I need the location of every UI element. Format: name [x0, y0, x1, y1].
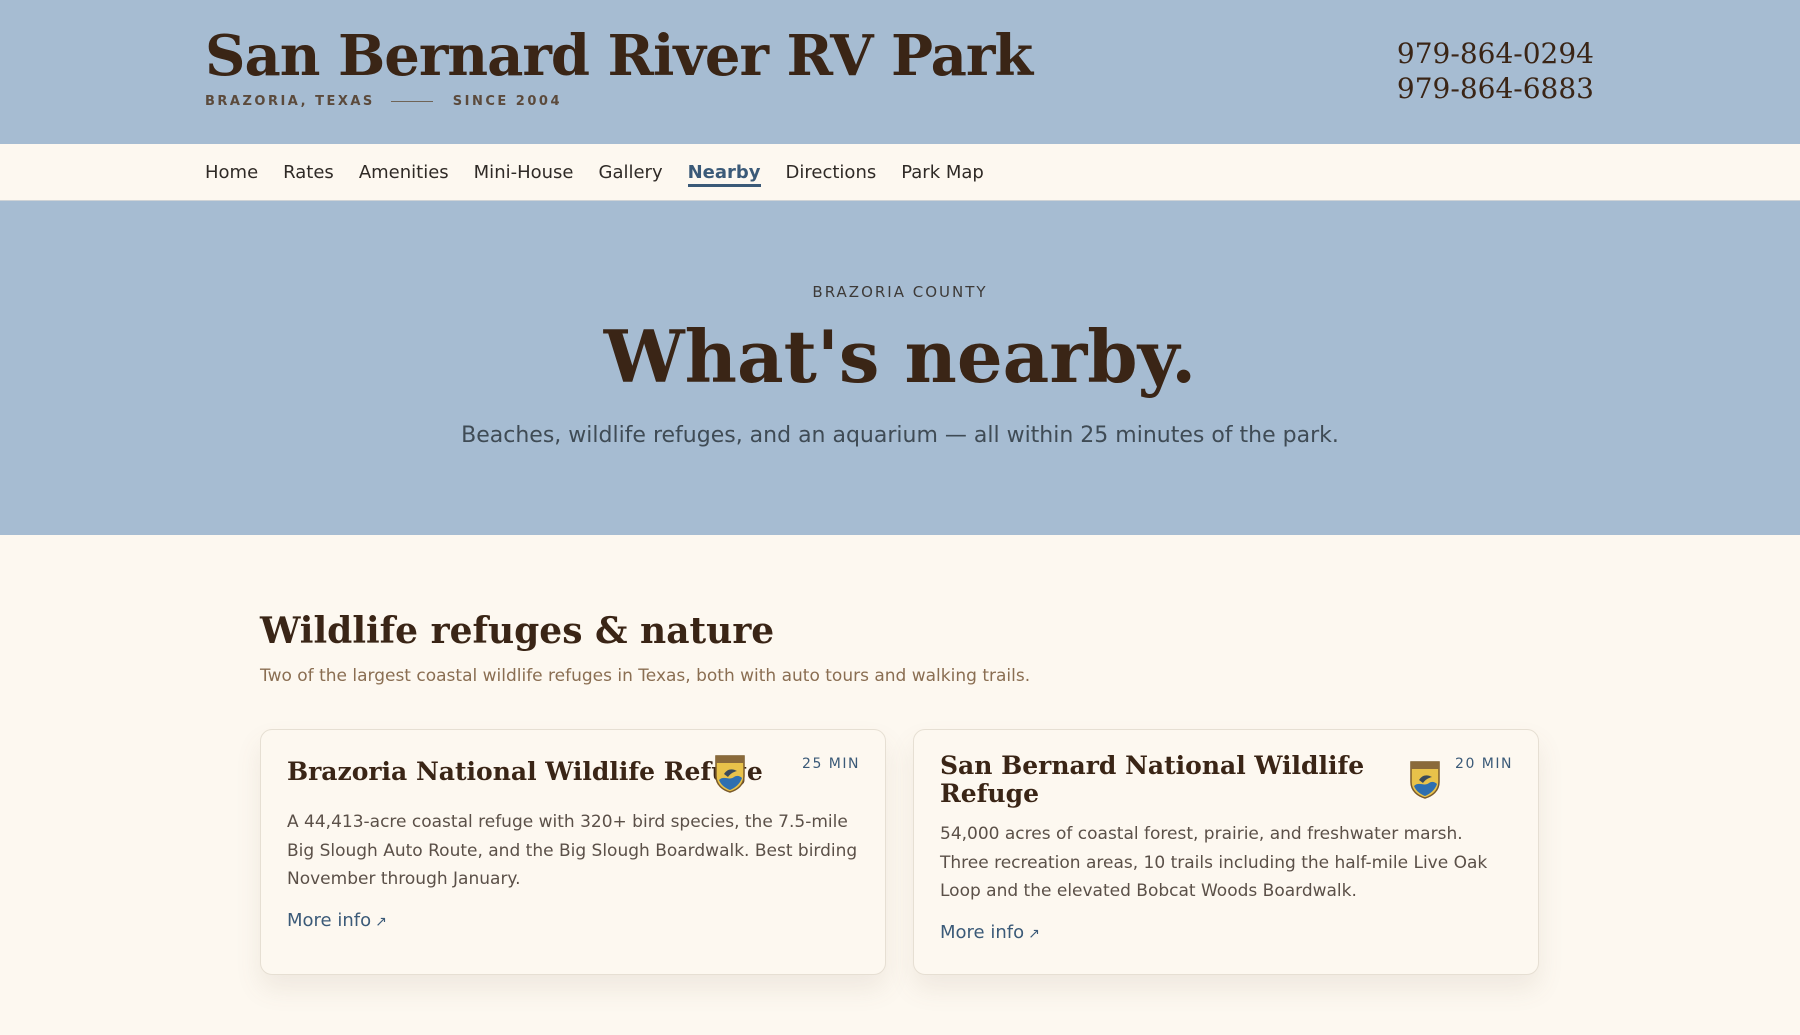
nav-rates[interactable]: Rates [283, 158, 334, 187]
hero-kicker: BRAZORIA COUNTY [812, 283, 988, 301]
refuge-card-brazoria: Brazoria National Wildlife Refuge 25 MIN… [260, 729, 886, 975]
section-title: Wildlife refuges & nature [260, 610, 775, 652]
hero-subtitle: Beaches, wildlife refuges, and an aquari… [461, 423, 1339, 448]
card-title: Brazoria National Wildlife Refuge [287, 757, 763, 786]
main-nav: Home Rates Amenities Mini-House Gallery … [0, 144, 1800, 201]
more-info-link[interactable]: More info ↗ [940, 922, 1040, 943]
phone-number-2[interactable]: 979-864-6883 [1397, 71, 1594, 106]
refuge-card-san-bernard: San Bernard National Wildlife Refuge 20 … [913, 729, 1539, 975]
nav-gallery[interactable]: Gallery [599, 158, 663, 187]
wildlife-section: Wildlife refuges & nature Two of the lar… [0, 535, 1800, 1035]
section-subtitle: Two of the largest coastal wildlife refu… [260, 666, 1031, 686]
more-info-link[interactable]: More info ↗ [287, 910, 387, 931]
external-arrow-icon: ↗ [375, 914, 387, 930]
travel-time: 20 MIN [1455, 756, 1513, 772]
tagline-divider [390, 101, 433, 102]
card-description: A 44,413-acre coastal refuge with 320+ b… [287, 812, 858, 889]
hero: BRAZORIA COUNTY What's nearby. Beaches, … [0, 201, 1800, 535]
site-title[interactable]: San Bernard River RV Park [205, 20, 1033, 92]
external-arrow-icon: ↗ [1028, 926, 1040, 942]
nav-nearby[interactable]: Nearby [687, 158, 761, 187]
card-title: San Bernard National Wildlife Refuge [940, 751, 1365, 808]
nav-mini-house[interactable]: Mini-House [474, 158, 574, 187]
hero-title: What's nearby. [603, 314, 1197, 399]
location-label: BRAZORIA, TEXAS [205, 94, 375, 109]
nav-park-map[interactable]: Park Map [901, 158, 984, 187]
travel-time: 25 MIN [802, 756, 860, 772]
more-info-label: More info [287, 910, 372, 931]
since-label: SINCE 2004 [452, 94, 562, 109]
phone-numbers: 979-864-0294 979-864-6883 [1397, 36, 1594, 106]
fws-shield-icon [715, 755, 745, 793]
card-description: 54,000 acres of coastal forest, prairie,… [940, 824, 1488, 901]
nav-home[interactable]: Home [205, 158, 258, 187]
site-tagline: BRAZORIA, TEXAS SINCE 2004 [205, 94, 562, 109]
site-header: San Bernard River RV Park BRAZORIA, TEXA… [0, 0, 1800, 144]
nav-directions[interactable]: Directions [786, 158, 877, 187]
fws-shield-icon [1410, 761, 1440, 799]
nav-amenities[interactable]: Amenities [359, 158, 449, 187]
phone-number-1[interactable]: 979-864-0294 [1397, 36, 1594, 71]
more-info-label: More info [940, 922, 1025, 943]
